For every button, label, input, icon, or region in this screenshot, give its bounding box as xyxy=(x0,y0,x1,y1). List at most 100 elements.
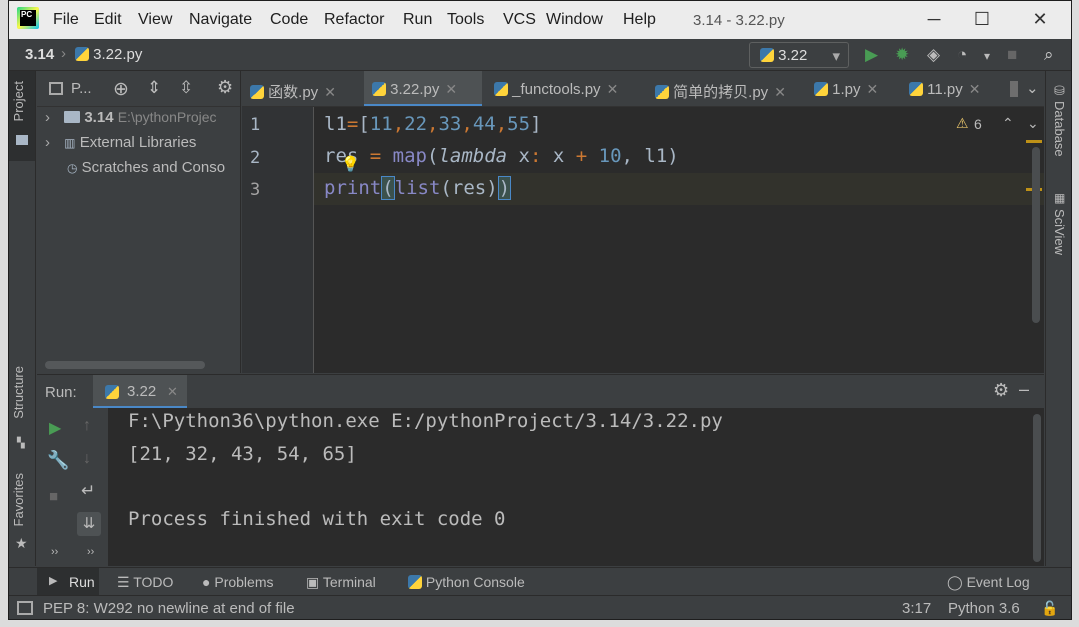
profile-icon[interactable]: ◔ xyxy=(957,45,967,65)
python-file-icon xyxy=(494,82,508,96)
python-console-tool-button[interactable]: Python Console xyxy=(408,574,525,590)
title-bar: PC File Edit View Navigate Code Refactor… xyxy=(9,1,1071,39)
vertical-scrollbar[interactable] xyxy=(1033,414,1041,562)
tree-item-scratches[interactable]: ◷ Scratches and Conso xyxy=(37,159,225,183)
menu-run[interactable]: Run xyxy=(403,11,432,29)
code-line-1: l1=[11,22,33,44,55] xyxy=(324,113,542,135)
tab-functools[interactable]: _functools.py ✕ xyxy=(494,71,642,106)
run-console[interactable]: F:\Python36\python.exe E:/pythonProject/… xyxy=(109,408,1044,566)
tab-3-22[interactable]: 3.22.py ✕ xyxy=(364,71,482,106)
run-tab-3-22[interactable]: 3.22 ✕ xyxy=(93,375,187,409)
vertical-scrollbar[interactable] xyxy=(1032,147,1040,323)
project-view-selector[interactable]: P... xyxy=(71,80,92,97)
close-tab-icon[interactable]: ✕ xyxy=(969,81,981,97)
soft-wrap-icon[interactable]: ↵ xyxy=(81,481,95,501)
close-tab-icon[interactable]: ✕ xyxy=(167,384,178,400)
database-tool-tab[interactable]: Database xyxy=(1052,101,1067,157)
lock-icon[interactable]: 🔓 xyxy=(1041,600,1058,617)
stop-icon[interactable]: ■ xyxy=(1007,45,1017,65)
tab-simple-copy[interactable]: 简单的拷贝.py ✕ xyxy=(655,71,805,106)
wrench-icon[interactable]: 🔧 xyxy=(47,450,69,471)
todo-tool-button[interactable]: ☰ TODO xyxy=(117,574,173,591)
error-stripe-mark[interactable] xyxy=(1026,140,1042,143)
gear-icon[interactable]: ⚙ xyxy=(993,380,1009,401)
console-line: F:\Python36\python.exe E:/pythonProject/… xyxy=(128,410,723,432)
favorites-tool-tab[interactable]: Favorites ★ xyxy=(9,473,35,553)
menu-view[interactable]: View xyxy=(138,11,172,29)
event-log-tool-button[interactable]: ◯ Event Log xyxy=(947,574,1030,591)
event-log-icon: ◯ xyxy=(947,574,963,590)
problems-label: Problems xyxy=(214,574,274,590)
maximize-button[interactable]: ☐ xyxy=(959,5,1005,33)
scratches-icon: ◷ xyxy=(67,161,78,175)
close-tab-icon[interactable]: ✕ xyxy=(774,84,786,100)
menu-edit[interactable]: Edit xyxy=(94,11,122,29)
collapse-all-icon[interactable]: ⇳ xyxy=(179,78,193,98)
tree-item-project-root[interactable]: › 3.14 E:\pythonProjec xyxy=(37,109,217,133)
next-highlight-icon[interactable]: ⌄ xyxy=(1027,115,1039,132)
minimize-button[interactable]: ─ xyxy=(911,5,957,33)
breadcrumb-file[interactable]: 3.22.py xyxy=(75,46,142,63)
menu-file[interactable]: File xyxy=(53,11,79,29)
scroll-to-end-icon[interactable]: ⇊ xyxy=(77,512,101,536)
more-right-icon[interactable]: ›› xyxy=(87,546,94,558)
coverage-icon[interactable]: ◈ xyxy=(927,45,940,65)
close-button[interactable]: ✕ xyxy=(1017,5,1063,33)
down-arrow-icon[interactable]: ↓ xyxy=(83,450,91,468)
menu-help[interactable]: Help xyxy=(623,11,656,29)
menu-refactor[interactable]: Refactor xyxy=(324,11,384,29)
breadcrumb-project[interactable]: 3.14 xyxy=(25,46,54,63)
run-config-dropdown[interactable]: 3.22 ▾ xyxy=(749,42,849,68)
search-icon[interactable]: ⌕ xyxy=(1044,45,1054,65)
cursor-position[interactable]: 3:17 xyxy=(902,600,931,617)
line-number: 1 xyxy=(250,115,261,135)
intention-bulb-icon[interactable]: 💡 xyxy=(341,155,360,173)
project-tool-tab[interactable]: Project xyxy=(9,71,35,161)
warning-icon[interactable]: ⚠ xyxy=(956,115,969,132)
horizontal-scrollbar[interactable] xyxy=(45,361,205,369)
run-tool-button[interactable]: ▶ Run xyxy=(37,568,99,596)
rerun-icon[interactable]: ▶ xyxy=(49,418,61,438)
menu-window[interactable]: Window xyxy=(546,11,603,29)
code-line-2: res = map(lambda x: x + 10, l1) xyxy=(324,145,679,167)
console-line: [21, 32, 43, 54, 65] xyxy=(128,443,357,465)
run-tab-label: 3.22 xyxy=(127,383,157,400)
locate-file-icon[interactable]: ⊕ xyxy=(113,78,129,101)
sciview-tool-tab[interactable]: SciView xyxy=(1052,209,1067,255)
close-tab-icon[interactable]: ✕ xyxy=(324,84,336,100)
tabs-dropdown-icon[interactable]: ⌄ xyxy=(1026,79,1039,97)
tree-item-external-libraries[interactable]: › ▥ External Libraries xyxy=(37,134,196,158)
menu-tools[interactable]: Tools xyxy=(447,11,484,29)
interpreter-selector[interactable]: Python 3.6 xyxy=(948,600,1020,617)
stop-icon[interactable]: ■ xyxy=(49,488,58,505)
more-left-icon[interactable]: ›› xyxy=(51,546,58,558)
hide-panel-icon[interactable]: – xyxy=(1019,379,1029,400)
debug-icon[interactable]: ✹ xyxy=(895,45,909,65)
problems-tool-button[interactable]: ● Problems xyxy=(202,574,274,590)
gear-icon[interactable]: ⚙ xyxy=(217,77,233,98)
terminal-tool-button[interactable]: ▣ Terminal xyxy=(306,574,376,591)
menu-navigate[interactable]: Navigate xyxy=(189,11,252,29)
tab-11[interactable]: 11.py ✕ xyxy=(909,71,1004,106)
close-tab-icon[interactable]: ✕ xyxy=(445,81,457,97)
menu-code[interactable]: Code xyxy=(270,11,308,29)
expand-all-icon[interactable]: ⇕ xyxy=(147,78,161,98)
tab-functions[interactable]: 函数.py ✕ xyxy=(250,71,360,106)
code-editor[interactable]: 1 2 3 l1=[11,22,33,44,55] res = map(lamb… xyxy=(242,107,1044,373)
close-tab-icon[interactable]: ✕ xyxy=(607,81,619,97)
more-tabs-icon[interactable] xyxy=(1010,81,1018,97)
more-run-options-icon[interactable]: ▾ xyxy=(984,49,990,63)
run-icon[interactable]: ▶ xyxy=(865,45,878,65)
tab-label: 1.py xyxy=(832,81,861,98)
tab-1[interactable]: 1.py ✕ xyxy=(814,71,899,106)
structure-tool-tab[interactable]: Structure ▚ xyxy=(9,366,35,456)
up-arrow-icon[interactable]: ↑ xyxy=(83,417,91,435)
tree-item-label: Scratches and Conso xyxy=(81,159,226,176)
previous-highlight-icon[interactable]: ⌃ xyxy=(1002,115,1014,132)
menu-vcs[interactable]: VCS xyxy=(503,11,536,29)
status-message: PEP 8: W292 no newline at end of file xyxy=(43,600,295,617)
tool-windows-toggle-icon[interactable] xyxy=(17,601,33,615)
close-tab-icon[interactable]: ✕ xyxy=(867,81,879,97)
warnings-count[interactable]: 6 xyxy=(974,116,982,132)
python-icon xyxy=(760,48,774,62)
